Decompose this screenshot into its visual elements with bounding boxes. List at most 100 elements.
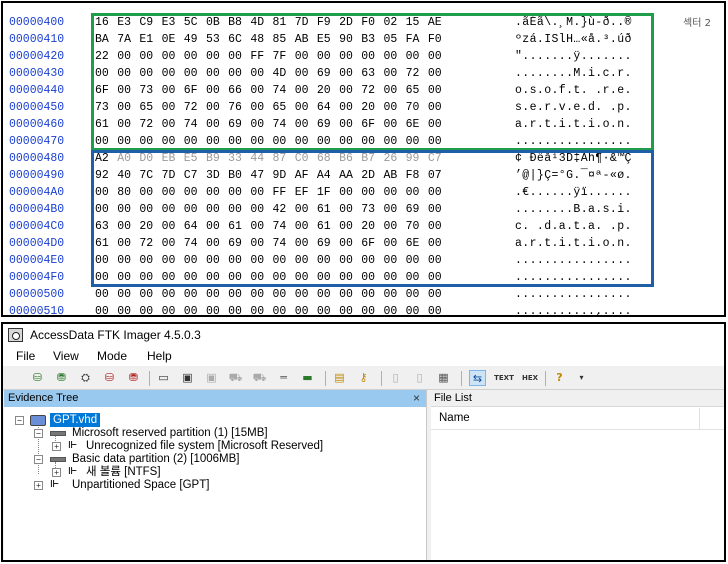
help-icon[interactable]: ?	[551, 370, 568, 386]
hex-byte: 00	[294, 288, 309, 301]
expand-icon[interactable]: +	[52, 442, 61, 451]
menu-mode[interactable]: Mode	[97, 349, 127, 363]
hex-offset: 00000430	[9, 67, 65, 80]
decrypt-ad1-icon[interactable]: ═	[275, 370, 292, 386]
hex-byte: 00	[161, 305, 176, 317]
hex-row[interactable]: 00000510 00 00 00 00 00 00 00 00 00 00 00 00 00 00 00 00…	[3, 303, 723, 317]
hex-offset: 00000440	[9, 84, 65, 97]
menu-view[interactable]: View	[53, 349, 79, 363]
hex-offset: 00000460	[9, 118, 65, 131]
column-divider[interactable]	[699, 408, 700, 429]
collapse-icon[interactable]: −	[15, 416, 24, 425]
evidence-tree-header: Evidence Tree ×	[4, 390, 426, 407]
hex-offset: 000004E0	[9, 254, 65, 267]
hex-byte: 00	[427, 288, 442, 301]
tree-node-label: Basic data partition (2) [1006MB]	[72, 453, 240, 465]
hex-byte: 00	[250, 288, 265, 301]
hex-byte: 00	[205, 288, 220, 301]
remove-evidence-icon[interactable]: ⛁	[101, 370, 118, 386]
file-list-title: File List	[434, 392, 472, 404]
tree-node-partition-2[interactable]: − Basic data partition (2) [1006MB]	[4, 452, 424, 466]
create-custom-image-icon[interactable]: ⛟	[251, 370, 268, 386]
hex-offset: 00000410	[9, 33, 65, 46]
hex-bytes: 00 00 00 00 00 00 00 00 00 00 00 00 00 00 00 00	[95, 303, 450, 317]
toolbar-overflow-icon[interactable]: ▾	[573, 370, 590, 386]
export-disk-image-icon[interactable]: ▣	[179, 370, 196, 386]
hex-byte: 00	[95, 288, 109, 301]
hex-byte: 00	[383, 305, 398, 317]
hex-byte: 00	[316, 305, 331, 317]
collapse-icon[interactable]: −	[34, 429, 43, 438]
toolbar-separator	[325, 371, 326, 386]
column-name-header[interactable]: Name	[439, 412, 470, 424]
cursor-icon: ◣	[597, 311, 604, 317]
hex-offset: 000004C0	[9, 220, 65, 233]
hex-byte: 00	[95, 305, 109, 317]
hex-row[interactable]: 00000500 00 00 00 00 00 00 00 00 00 00 00 00 00 00 00 00…	[3, 286, 723, 303]
tree-node-unpartitioned[interactable]: + ⊩ Unpartitioned Space [GPT]	[4, 478, 424, 492]
hex-byte: 00	[139, 305, 154, 317]
create-disk-image-icon[interactable]: ▭	[155, 370, 172, 386]
hex-ascii: ................	[515, 305, 632, 317]
expand-icon[interactable]: +	[52, 468, 61, 477]
menu-file[interactable]: File	[16, 349, 35, 363]
hex-mode-icon[interactable]: HEX	[519, 370, 541, 386]
export-file-hash-list-icon[interactable]: ▦	[435, 370, 452, 386]
verify-drive-icon[interactable]: ▬	[299, 370, 316, 386]
toolbar: ⛁ ⛃ ⛭ ⛁ ⛃ ▭ ▣ ▣ ⛟ ⛟ ═ ▬ ▤ ⚷ ▯ ▯ ▦ ⇆ TEXT…	[3, 366, 724, 390]
export-logical-image-icon[interactable]: ▣	[203, 370, 220, 386]
hex-byte: 00	[228, 305, 242, 317]
add-evidence-icon[interactable]: ⛁	[29, 370, 46, 386]
hex-byte: 00	[161, 288, 176, 301]
add-all-evidence-icon[interactable]: ⛃	[53, 370, 70, 386]
hex-offset: 00000480	[9, 152, 65, 165]
hex-byte: 00	[427, 305, 442, 317]
tree-node-partition-1[interactable]: − Microsoft reserved partition (1) [15MB…	[4, 426, 424, 440]
toolbar-separator	[461, 371, 462, 386]
tree-node-label: Unpartitioned Space [GPT]	[72, 479, 210, 491]
view-files-preview-icon[interactable]: ⇆	[469, 370, 486, 386]
hex-byte: 00	[139, 288, 154, 301]
export-files-icon[interactable]: ▯	[411, 370, 428, 386]
hex-byte: 00	[339, 305, 353, 317]
hex-byte: 00	[272, 305, 287, 317]
disk-image-icon	[30, 415, 46, 426]
toolbar-separator	[381, 371, 382, 386]
hex-offset: 00000500	[9, 288, 65, 301]
obtain-protected-files-icon[interactable]: ⚷	[355, 370, 372, 386]
hex-byte: 00	[405, 288, 420, 301]
hex-view-panel: 섹터 2 00000400 16 E3 C9 E3 5C 0B B8 4D 81 7D F9 2D F0 0…	[1, 1, 726, 317]
image-mounting-icon[interactable]: ⛭	[77, 370, 94, 386]
file-system-icon: ⊩	[68, 440, 78, 451]
tree-node-root[interactable]: − GPT.vhd	[4, 413, 424, 427]
hex-byte: 00	[183, 305, 198, 317]
highlight-box-green	[91, 13, 654, 151]
tree-node-unrecognized-fs[interactable]: + ⊩ Unrecognized file system [Microsoft …	[4, 439, 424, 453]
detect-efs-icon[interactable]: ▯	[387, 370, 404, 386]
hex-byte: 00	[117, 288, 131, 301]
hex-byte: 00	[405, 305, 420, 317]
hex-offset: 00000400	[9, 16, 65, 29]
add-to-custom-content-icon[interactable]: ⛟	[227, 370, 244, 386]
collapse-icon[interactable]: −	[34, 455, 43, 464]
hex-byte: 00	[294, 305, 309, 317]
hex-offset: 000004F0	[9, 271, 65, 284]
hex-offset: 00000510	[9, 305, 65, 317]
hex-offset: 000004D0	[9, 237, 65, 250]
close-icon[interactable]: ×	[413, 391, 420, 405]
tree-node-label: Unrecognized file system [Microsoft Rese…	[86, 440, 324, 452]
toolbar-separator	[545, 371, 546, 386]
menu-help[interactable]: Help	[147, 349, 172, 363]
hex-byte: 00	[339, 288, 353, 301]
file-list-pane: File List Name	[431, 390, 724, 560]
ftk-imager-window: AccessData FTK Imager 4.5.0.3 File View …	[1, 322, 726, 562]
capture-memory-icon[interactable]: ▤	[331, 370, 348, 386]
tree-node-ntfs-volume[interactable]: + ⊩ 새 볼륨 [NTFS]	[4, 465, 424, 479]
expand-icon[interactable]: +	[34, 481, 43, 490]
text-mode-icon[interactable]: TEXT	[493, 370, 515, 386]
file-list-column-header: Name	[431, 408, 724, 430]
hex-offset: 00000490	[9, 169, 65, 182]
evidence-tree-title: Evidence Tree	[8, 392, 79, 404]
remove-all-evidence-icon[interactable]: ⛃	[125, 370, 142, 386]
app-icon	[8, 328, 23, 342]
